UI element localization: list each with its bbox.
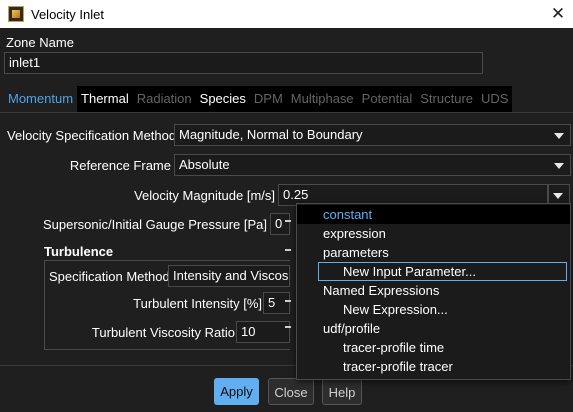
velocity-magnitude-label: Velocity Magnitude [m/s] <box>134 188 275 203</box>
menu-item-tracer-profile-time[interactable]: tracer-profile time <box>297 338 570 357</box>
close-button[interactable]: Close <box>268 378 314 405</box>
turbulent-viscosity-ratio-input[interactable]: 10 <box>236 321 290 343</box>
tab-structure: Structure <box>416 86 478 112</box>
turbulence-spec-method-label: Specification Method <box>49 269 170 284</box>
menu-item-named-expressions[interactable]: Named Expressions <box>297 281 570 300</box>
turbulence-section-title: Turbulence <box>44 244 114 259</box>
pressure-menu-handle <box>285 220 291 222</box>
tab-dpm: DPM <box>249 86 287 112</box>
viscosity-ratio-menu-handle <box>285 326 291 328</box>
velocity-input-type-menu: constant expression parameters New Input… <box>296 203 571 380</box>
menu-item-udf-profile[interactable]: udf/profile <box>297 319 570 338</box>
help-button[interactable]: Help <box>322 378 362 405</box>
velocity-spec-method-value: Magnitude, Normal to Boundary <box>179 127 363 142</box>
tab-momentum[interactable]: Momentum <box>4 86 78 112</box>
chevron-down-icon <box>553 193 563 199</box>
chevron-down-icon <box>554 133 564 139</box>
window-title: Velocity Inlet <box>31 7 104 22</box>
chevron-down-icon <box>554 163 564 169</box>
close-window-button[interactable]: ✕ <box>543 0 573 28</box>
turbulent-intensity-input[interactable]: 5 <box>263 292 290 314</box>
turbulence-spec-method-value: Intensity and Viscosity Ratio <box>173 268 289 283</box>
menu-item-constant[interactable]: constant <box>297 205 570 224</box>
turbulent-viscosity-ratio-label: Turbulent Viscosity Ratio <box>91 325 235 340</box>
zone-name-input[interactable]: inlet1 <box>4 52 483 74</box>
menu-item-new-input-parameter[interactable]: New Input Parameter... <box>318 262 567 281</box>
menu-item-tracer-profile-tracer[interactable]: tracer-profile tracer <box>297 357 570 376</box>
menu-item-expression[interactable]: expression <box>297 224 570 243</box>
gauge-pressure-input[interactable]: 0 <box>270 213 290 235</box>
zone-name-label: Zone Name <box>6 35 74 50</box>
reference-frame-value: Absolute <box>179 157 230 172</box>
turbulence-menu-handle <box>285 249 291 251</box>
turbulent-intensity-label: Turbulent Intensity [%] <box>133 296 262 311</box>
apply-button[interactable]: Apply <box>214 378 259 405</box>
tab-multiphase: Multiphase <box>286 86 358 112</box>
intensity-menu-handle <box>285 300 291 302</box>
tab-bar: Momentum Thermal Radiation Species DPM M… <box>4 86 513 112</box>
tab-thermal[interactable]: Thermal <box>77 86 133 112</box>
turbulence-spec-method-select[interactable]: Intensity and Viscosity Ratio <box>168 265 290 287</box>
tab-radiation: Radiation <box>132 86 196 112</box>
gauge-pressure-label: Supersonic/Initial Gauge Pressure [Pa] <box>42 217 267 232</box>
velocity-spec-method-label: Velocity Specification Method <box>7 128 177 143</box>
tab-species[interactable]: Species <box>195 86 250 112</box>
tab-uds: UDS <box>477 86 513 112</box>
menu-item-parameters[interactable]: parameters <box>297 243 570 262</box>
tab-potential: Potential <box>357 86 417 112</box>
reference-frame-select[interactable]: Absolute <box>174 154 571 176</box>
window-titlebar: Velocity Inlet ✕ <box>0 0 573 28</box>
reference-frame-label: Reference Frame <box>69 158 171 173</box>
menu-item-new-expression[interactable]: New Expression... <box>297 300 570 319</box>
fluent-app-icon <box>8 6 24 22</box>
velocity-spec-method-select[interactable]: Magnitude, Normal to Boundary <box>174 124 571 146</box>
tab-divider <box>0 112 573 113</box>
